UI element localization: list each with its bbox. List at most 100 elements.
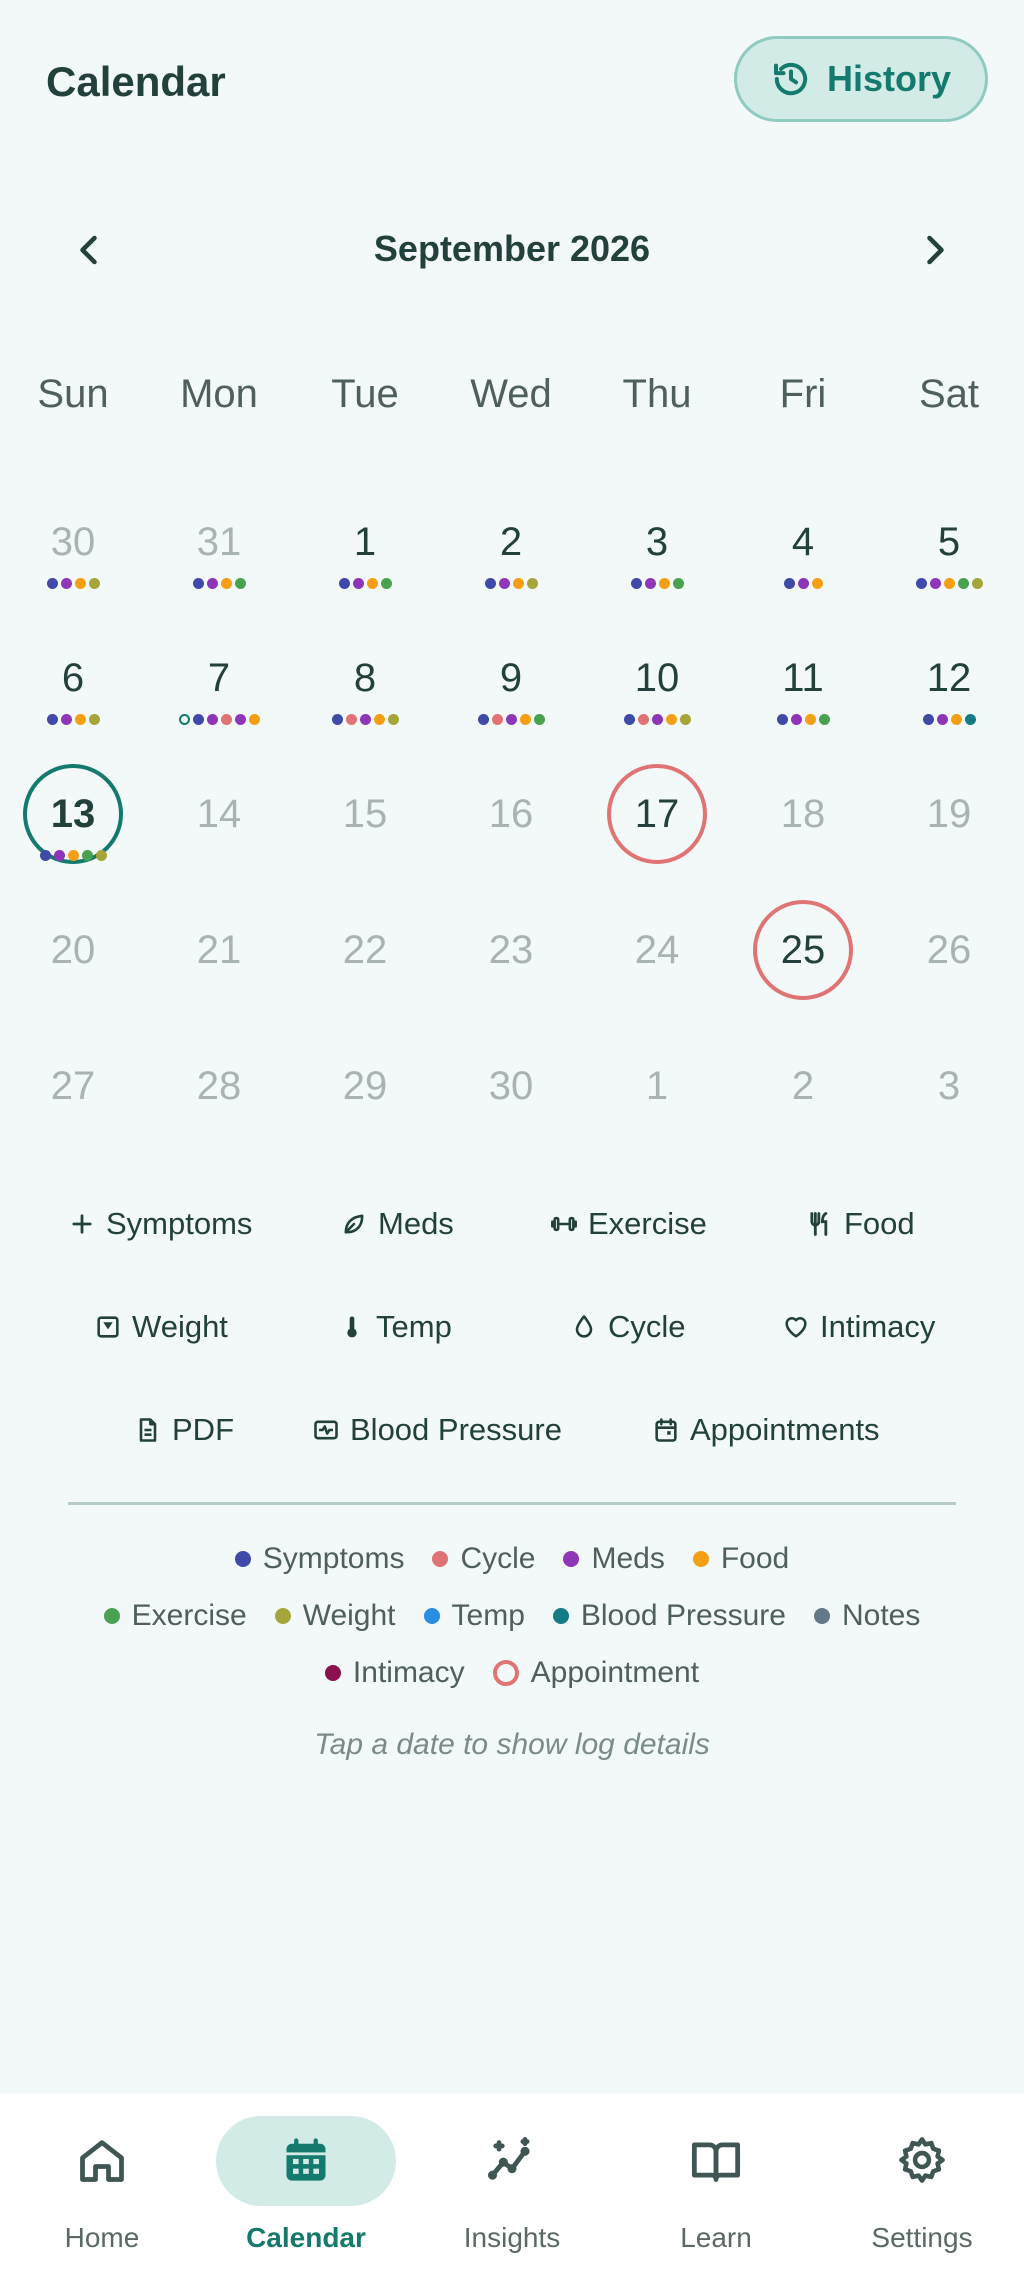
calendar-day[interactable]: 3 [584, 480, 730, 616]
tab-settings-label: Settings [871, 2222, 973, 2253]
meds-dot [651, 714, 663, 725]
log-intimacy-label: Intimacy [820, 1309, 936, 1344]
symptoms-dot [915, 578, 927, 589]
legend-row-2: Exercise Weight Temp Blood Pressure Note… [0, 1599, 1024, 1633]
log-symptoms-label: Symptoms [106, 1206, 253, 1241]
day-number: 8 [353, 655, 377, 700]
log-cycle-button[interactable]: Cycle [570, 1297, 686, 1357]
insights-icon [487, 2137, 530, 2180]
day-number: 5 [937, 519, 961, 564]
log-indicator-dots [292, 714, 438, 730]
log-indicator-dots [146, 714, 292, 730]
tab-learn[interactable]: Learn [614, 2094, 818, 2276]
calendar-day[interactable]: 18 [730, 752, 876, 888]
weekday-sun: Sun [37, 372, 109, 416]
calendar-day[interactable]: 14 [146, 752, 292, 888]
weekday-tue: Tue [331, 372, 399, 416]
calendar-day[interactable]: 20 [0, 888, 146, 1024]
calendar-day[interactable]: 3 [876, 1024, 1022, 1160]
calendar-day[interactable]: 27 [0, 1024, 146, 1160]
day-number: 17 [607, 764, 707, 864]
month-label: September 2026 [373, 228, 651, 269]
log-exercise-label: Exercise [588, 1206, 707, 1241]
calendar-day[interactable]: 5 [876, 480, 1022, 616]
day-number: 23 [488, 927, 534, 972]
home-icon [80, 2140, 124, 2182]
log-appointments-button[interactable]: Appointments [652, 1400, 880, 1460]
calendar-day[interactable]: 28 [146, 1024, 292, 1160]
calendar-day-appointment[interactable]: 25 [730, 888, 876, 1024]
log-symptoms-button[interactable]: Symptoms [68, 1194, 252, 1254]
calendar-day[interactable]: 10 [584, 616, 730, 752]
log-weight-button[interactable]: Weight [94, 1297, 228, 1357]
calendar-day[interactable]: 1 [292, 480, 438, 616]
calendar-day[interactable]: 7 [146, 616, 292, 752]
log-temp-button[interactable]: Temp [338, 1297, 452, 1357]
next-month-button[interactable] [908, 224, 960, 276]
weight-dot [88, 578, 100, 589]
legend-notes-dot [813, 1608, 830, 1624]
meds-dot [644, 578, 656, 589]
log-cycle-label: Cycle [608, 1309, 686, 1344]
calendar-day[interactable]: 11 [730, 616, 876, 752]
calendar-day[interactable]: 22 [292, 888, 438, 1024]
day-number: 2 [791, 1063, 815, 1108]
weekday-fri: Fri [779, 372, 827, 416]
calendar-day[interactable]: 4 [730, 480, 876, 616]
legend-exercise-dot [103, 1608, 120, 1624]
chevron-right-icon [927, 235, 944, 265]
calendar-day[interactable]: 8 [292, 616, 438, 752]
tab-home[interactable]: Home [0, 2094, 204, 2276]
food-dot [67, 850, 79, 861]
calendar-day-today[interactable]: 13 [0, 752, 146, 888]
history-button[interactable]: History [734, 36, 988, 122]
calendar-day[interactable]: 9 [438, 616, 584, 752]
calendar-day[interactable]: 23 [438, 888, 584, 1024]
calendar-day[interactable]: 16 [438, 752, 584, 888]
log-food-label: Food [844, 1206, 915, 1241]
log-meds-button[interactable]: Meds [340, 1194, 454, 1254]
legend-cycle-dot [432, 1551, 449, 1567]
calendar-day[interactable]: 30 [0, 480, 146, 616]
history-label: History [826, 58, 952, 99]
weight-dot [971, 578, 983, 589]
legend-row-3: Intimacy Appointment [0, 1656, 1024, 1690]
log-indicator-dots [438, 714, 584, 730]
bp-ring-dot [178, 714, 190, 725]
calendar-day[interactable]: 21 [146, 888, 292, 1024]
tab-calendar[interactable]: Calendar [204, 2094, 408, 2276]
calendar-day[interactable]: 19 [876, 752, 1022, 888]
tab-settings[interactable]: Settings [820, 2094, 1024, 2276]
log-blood-pressure-button[interactable]: Blood Pressure [312, 1400, 562, 1460]
day-number: 11 [782, 655, 824, 700]
calendar-day[interactable]: 6 [0, 616, 146, 752]
log-indicator-dots [292, 578, 438, 594]
food-dot [811, 578, 823, 589]
calendar-day[interactable]: 24 [584, 888, 730, 1024]
log-food-button[interactable]: Food [806, 1194, 915, 1254]
day-number: 3 [645, 519, 669, 564]
calendar-day[interactable]: 15 [292, 752, 438, 888]
log-exercise-button[interactable]: Exercise [550, 1194, 707, 1254]
calendar-day[interactable]: 2 [730, 1024, 876, 1160]
day-number: 29 [342, 1063, 388, 1108]
calendar-day-appointment[interactable]: 17 [584, 752, 730, 888]
tap-date-hint: Tap a date to show log details [314, 1728, 710, 1761]
day-number: 30 [50, 519, 96, 564]
exercise-dot [957, 578, 969, 589]
exercise-dot [234, 578, 246, 589]
tab-insights[interactable]: Insights [410, 2094, 614, 2276]
calendar-day[interactable]: 26 [876, 888, 1022, 1024]
calendar-day[interactable]: 31 [146, 480, 292, 616]
calendar-day[interactable]: 29 [292, 1024, 438, 1160]
legend-intimacy-dot [324, 1665, 341, 1681]
calendar-day[interactable]: 1 [584, 1024, 730, 1160]
weekday-mon: Mon [180, 372, 258, 416]
log-intimacy-button[interactable]: Intimacy [782, 1297, 935, 1357]
legend-symptoms-dot [234, 1551, 251, 1567]
calendar-day[interactable]: 2 [438, 480, 584, 616]
export-pdf-button[interactable]: PDF [134, 1400, 234, 1460]
symptoms-dot [192, 714, 204, 725]
calendar-day[interactable]: 30 [438, 1024, 584, 1160]
calendar-day[interactable]: 12 [876, 616, 1022, 752]
